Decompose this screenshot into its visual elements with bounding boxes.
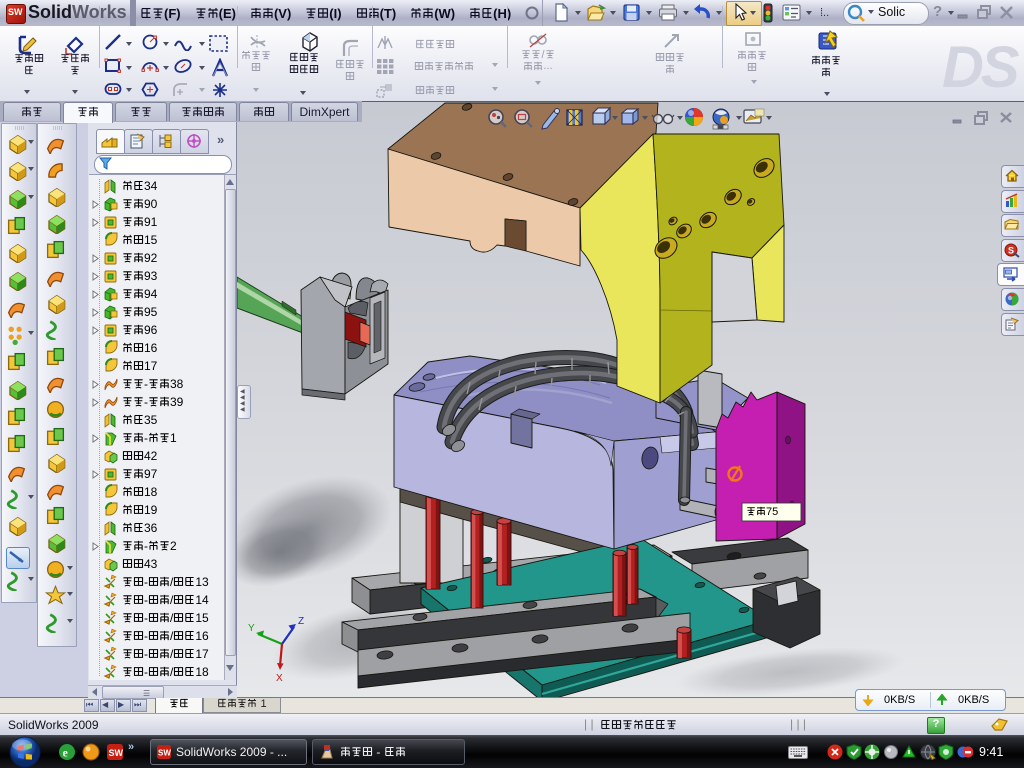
svg-text:e: e [63, 746, 69, 760]
svg-text:SW: SW [109, 748, 124, 758]
svg-text:SW: SW [158, 749, 171, 758]
svg-text:Z: Z [298, 616, 304, 627]
svg-text:X: X [276, 673, 283, 684]
svg-text:Y: Y [248, 623, 255, 634]
